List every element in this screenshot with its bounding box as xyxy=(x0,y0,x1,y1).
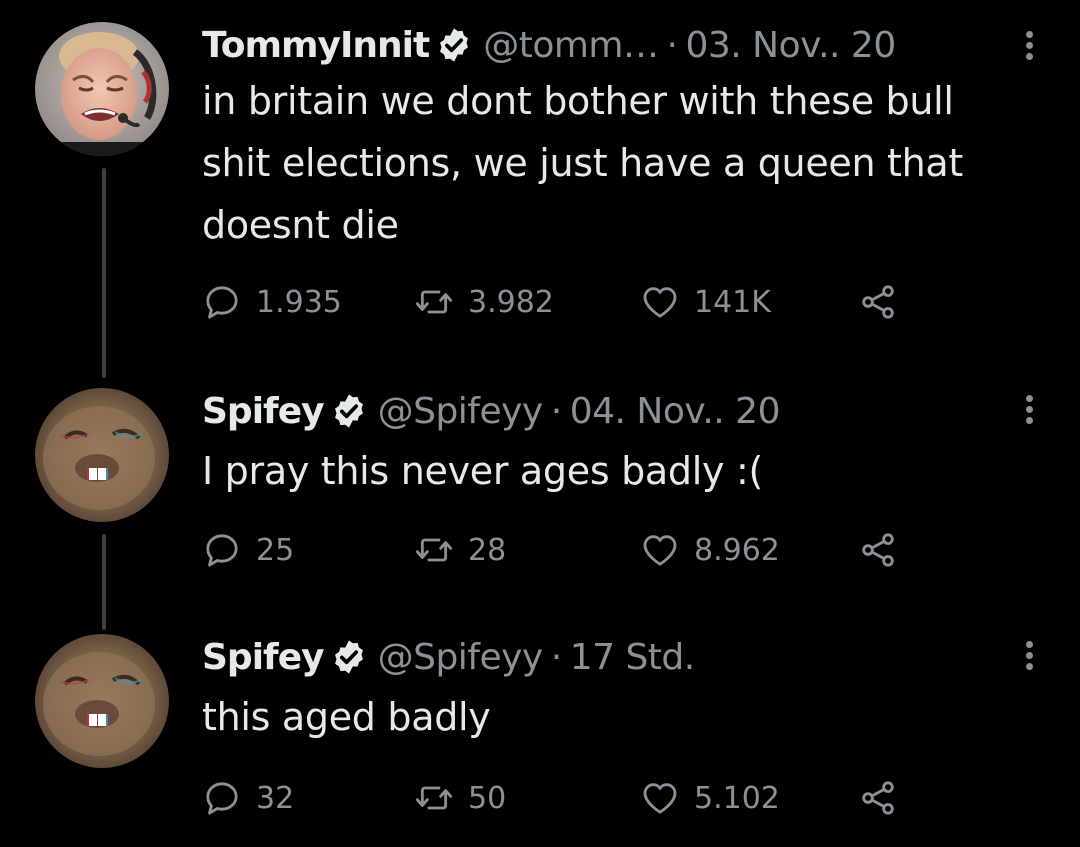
more-vertical-icon[interactable] xyxy=(1022,392,1036,432)
like-button[interactable]: 141K xyxy=(640,280,771,324)
author-handle[interactable]: @Spifeyy xyxy=(378,391,544,432)
retweet-icon xyxy=(415,538,453,562)
author-name[interactable]: Spifey xyxy=(202,637,325,678)
heart-icon xyxy=(643,287,677,318)
retweet-button[interactable]: 3.982 xyxy=(414,280,554,324)
share-button[interactable] xyxy=(858,528,912,572)
tweet-actions: 25 28 8.962 xyxy=(202,528,922,572)
tweet[interactable]: Spifey @Spifeyy · 17 Std. this aged badl… xyxy=(0,634,1080,834)
avatar-image-spifey xyxy=(35,634,169,768)
reply-button[interactable]: 25 xyxy=(202,528,294,572)
like-count: 8.962 xyxy=(694,532,780,568)
tweet-actions: 32 50 5.102 xyxy=(202,776,922,820)
retweet-count: 28 xyxy=(468,532,507,568)
share-icon xyxy=(862,285,894,319)
reply-button[interactable]: 1.935 xyxy=(202,280,342,324)
reply-count: 32 xyxy=(256,780,295,816)
retweet-button[interactable]: 50 xyxy=(414,776,506,820)
author-name[interactable]: Spifey xyxy=(202,391,325,432)
like-count: 141K xyxy=(694,284,771,320)
tweet-date[interactable]: 17 Std. xyxy=(570,637,696,678)
share-icon xyxy=(862,533,894,567)
separator-dot: · xyxy=(550,636,562,678)
avatar[interactable] xyxy=(35,388,169,522)
tweet[interactable]: TommyInnit @tomm… · 03. Nov.. 20 in brit… xyxy=(0,22,1080,322)
like-button[interactable]: 8.962 xyxy=(640,528,780,572)
tweet-header: Spifey @Spifeyy · 17 Std. xyxy=(202,634,695,680)
author-handle[interactable]: @tomm… xyxy=(483,25,659,66)
reply-icon xyxy=(206,286,238,319)
retweet-count: 3.982 xyxy=(468,284,554,320)
tweet-text: in britain we dont bother with these bul… xyxy=(202,79,964,247)
share-button[interactable] xyxy=(858,280,912,324)
tweet-text: this aged badly xyxy=(202,695,491,739)
author-name[interactable]: TommyInnit xyxy=(202,25,430,66)
tweet-text: I pray this never ages badly :( xyxy=(202,449,763,493)
more-vertical-icon[interactable] xyxy=(1022,638,1036,678)
separator-dot: · xyxy=(666,24,678,66)
tweet-header: Spifey @Spifeyy · 04. Nov.. 20 xyxy=(202,388,781,434)
heart-icon xyxy=(643,783,677,814)
retweet-icon xyxy=(415,786,453,810)
verified-badge-icon xyxy=(435,26,473,64)
reply-count: 1.935 xyxy=(256,284,342,320)
tweet-date[interactable]: 03. Nov.. 20 xyxy=(685,25,896,66)
avatar-image-tommyinnit xyxy=(35,22,169,156)
more-vertical-icon[interactable] xyxy=(1022,28,1036,68)
like-button[interactable]: 5.102 xyxy=(640,776,780,820)
tweet-actions: 1.935 3.982 141K xyxy=(202,280,922,324)
retweet-count: 50 xyxy=(468,780,507,816)
reply-icon xyxy=(206,534,238,567)
author-handle[interactable]: @Spifeyy xyxy=(378,637,544,678)
tweet[interactable]: Spifey @Spifeyy · 04. Nov.. 20 I pray th… xyxy=(0,388,1080,588)
avatar[interactable] xyxy=(35,22,169,156)
verified-badge-icon xyxy=(330,638,368,676)
avatar[interactable] xyxy=(35,634,169,768)
like-count: 5.102 xyxy=(694,780,780,816)
retweet-button[interactable]: 28 xyxy=(414,528,506,572)
tweet-header: TommyInnit @tomm… · 03. Nov.. 20 xyxy=(202,22,896,68)
heart-icon xyxy=(643,535,677,566)
verified-badge-icon xyxy=(330,392,368,430)
share-button[interactable] xyxy=(858,776,912,820)
reply-button[interactable]: 32 xyxy=(202,776,294,820)
tweet-date[interactable]: 04. Nov.. 20 xyxy=(570,391,781,432)
reply-count: 25 xyxy=(256,532,295,568)
separator-dot: · xyxy=(550,390,562,432)
share-icon xyxy=(862,781,894,815)
retweet-icon xyxy=(415,290,453,314)
reply-icon xyxy=(206,782,238,815)
avatar-image-spifey xyxy=(35,388,169,522)
